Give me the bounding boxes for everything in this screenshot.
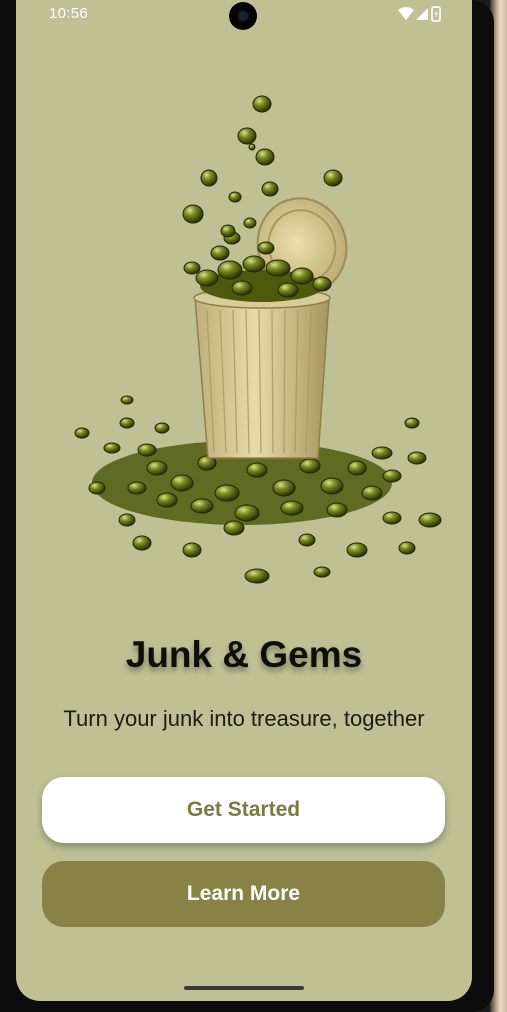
battery-icon	[431, 6, 441, 22]
front-camera	[229, 2, 257, 30]
home-indicator[interactable]	[184, 986, 304, 990]
wifi-icon	[398, 7, 414, 20]
app-title: Junk & Gems	[125, 634, 363, 675]
status-bar: 10:56	[16, 0, 472, 30]
app-screen: 10:56 Junk & Gems Turn your junk into tr…	[16, 0, 472, 1001]
status-icons	[398, 6, 442, 22]
status-time: 10:56	[49, 5, 89, 22]
get-started-button[interactable]: Get Started	[42, 777, 445, 843]
trash-can	[193, 287, 331, 459]
cellular-signal-icon	[416, 8, 428, 20]
tagline: Turn your junk into treasure, together	[63, 706, 425, 731]
hero-illustration	[74, 95, 442, 584]
learn-more-button[interactable]: Learn More	[42, 861, 445, 927]
